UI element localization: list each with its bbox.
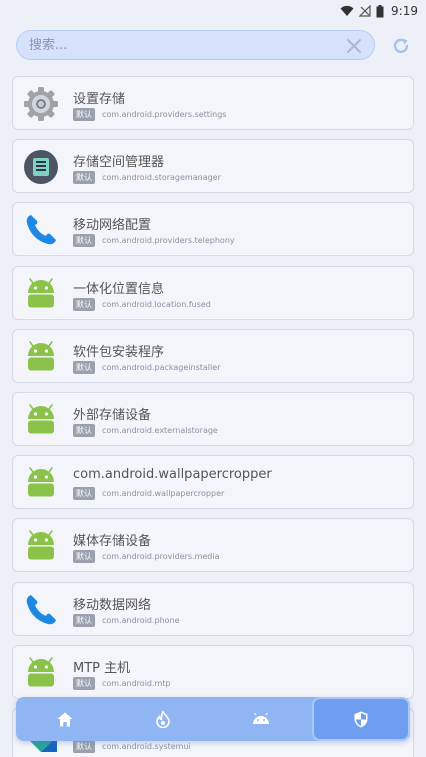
app-name: 外部存储设备 xyxy=(73,407,152,423)
package-name: com.android.externalstorage xyxy=(102,425,218,435)
android-head-icon xyxy=(253,713,269,724)
app-name: com.android.wallpapercropper xyxy=(73,467,272,483)
android-icon xyxy=(23,402,59,438)
status-icons: 9:19 xyxy=(340,3,418,19)
phone-icon xyxy=(23,212,59,248)
app-list-item[interactable]: MTP 主机 默认 com.android.mtp xyxy=(12,644,414,699)
nav-home[interactable] xyxy=(16,697,114,741)
default-badge: 默认 xyxy=(73,613,95,627)
android-icon xyxy=(23,276,59,312)
close-icon[interactable] xyxy=(346,38,362,54)
default-badge: 默认 xyxy=(73,360,95,374)
android-icon xyxy=(23,655,59,691)
signal-off-icon xyxy=(359,5,371,17)
refresh-icon[interactable] xyxy=(391,36,411,56)
nav-android[interactable] xyxy=(212,697,310,741)
default-badge: 默认 xyxy=(73,487,95,501)
package-name: com.android.location.fused xyxy=(102,299,211,309)
app-list-item[interactable]: 移动数据网络 默认 com.android.phone xyxy=(12,581,414,636)
nav-permissions[interactable] xyxy=(312,697,410,741)
app-list-item[interactable]: 存储空间管理器 默认 com.android.storagemanager xyxy=(12,139,414,194)
bottom-navigation xyxy=(16,697,410,741)
app-list-item[interactable]: 媒体存储设备 默认 com.android.providers.media xyxy=(12,518,414,573)
default-badge: 默认 xyxy=(73,171,95,185)
package-name: com.android.providers.media xyxy=(102,552,220,562)
package-name: com.android.storagemanager xyxy=(102,173,221,183)
search-input[interactable] xyxy=(29,35,329,55)
shield-icon xyxy=(354,711,368,727)
nav-hot[interactable] xyxy=(114,697,212,741)
package-name: com.android.wallpapercropper xyxy=(102,489,225,499)
app-list-item[interactable]: com.android.wallpapercropper 默认 com.androi… xyxy=(12,455,414,510)
default-badge: 默认 xyxy=(73,297,95,311)
package-name: com.android.providers.settings xyxy=(102,110,227,119)
android-icon xyxy=(23,339,59,375)
default-badge: 默认 xyxy=(73,550,95,564)
default-badge: 默认 xyxy=(73,423,95,437)
app-name: 移动数据网络 xyxy=(73,597,152,613)
app-list-item[interactable]: 移动网络配置 默认 com.android.providers.telephony xyxy=(12,202,414,257)
wifi-icon xyxy=(340,5,354,16)
status-bar: 9:19 xyxy=(0,0,426,22)
app-name: 媒体存储设备 xyxy=(73,534,152,550)
app-list-item[interactable]: 外部存储设备 默认 com.android.externalstorage xyxy=(12,391,414,446)
phone-icon xyxy=(23,592,59,628)
android-icon xyxy=(23,528,59,564)
app-name: 设置存储 xyxy=(73,92,126,107)
status-time: 9:19 xyxy=(391,4,418,18)
app-name: 移动网络配置 xyxy=(73,218,152,234)
app-list: 设置存储 默认 com.android.providers.settings 存储空间… xyxy=(12,76,414,757)
app-name: 一体化位置信息 xyxy=(73,281,165,297)
app-list-item[interactable]: 软件包安装程序 默认 com.android.packageinstaller xyxy=(12,328,414,383)
default-badge: 默认 xyxy=(73,676,95,690)
app-name: 存储空间管理器 xyxy=(73,155,165,171)
app-name: MTP 主机 xyxy=(73,660,131,676)
default-badge: 默认 xyxy=(73,739,95,753)
package-name: com.android.phone xyxy=(102,615,180,625)
package-name: com.android.mtp xyxy=(102,678,171,688)
android-icon xyxy=(23,465,59,501)
fire-icon xyxy=(156,710,170,728)
battery-icon xyxy=(376,4,384,17)
gear-icon xyxy=(23,86,59,122)
package-name: com.android.packageinstaller xyxy=(102,362,221,372)
default-badge: 默认 xyxy=(73,108,95,121)
package-name: com.android.providers.telephony xyxy=(102,236,235,246)
app-list-item[interactable]: 一体化位置信息 默认 com.android.location.fused xyxy=(12,265,414,320)
default-badge: 默认 xyxy=(73,234,95,248)
package-name: com.android.systemui xyxy=(102,741,191,751)
search-bar[interactable] xyxy=(16,30,375,60)
home-icon xyxy=(57,712,73,726)
app-name: 软件包安装程序 xyxy=(73,344,165,360)
storage-manager-icon xyxy=(23,149,59,185)
app-list-item[interactable]: 设置存储 默认 com.android.providers.settings xyxy=(12,76,414,130)
